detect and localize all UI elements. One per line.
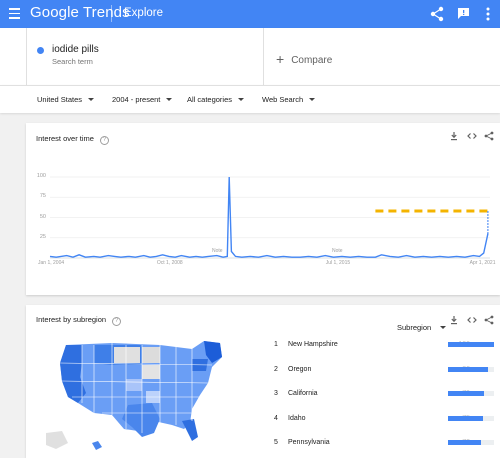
header-divider bbox=[111, 5, 112, 22]
subregion-name: California bbox=[288, 390, 318, 397]
help-icon[interactable]: ? bbox=[112, 317, 122, 326]
embed-icon[interactable] bbox=[467, 315, 477, 325]
value-bar bbox=[448, 342, 494, 347]
subregion-name: New Hampshire bbox=[288, 341, 338, 348]
subregion-title: Interest by subregion? bbox=[36, 315, 122, 326]
search-term-card[interactable]: iodide pills Search term bbox=[26, 28, 264, 85]
compare-label: Compare bbox=[291, 55, 333, 66]
rank-number: 3 bbox=[274, 390, 278, 397]
value-bar bbox=[448, 366, 488, 372]
plus-icon: + bbox=[276, 51, 285, 67]
share-icon[interactable] bbox=[484, 315, 494, 325]
subregion-selector[interactable]: Subregion bbox=[397, 323, 447, 332]
menu-icon[interactable] bbox=[9, 8, 20, 20]
rank-number: 4 bbox=[274, 414, 278, 422]
subregion-name: Pennsylvania bbox=[288, 439, 330, 446]
value-bar bbox=[448, 415, 483, 421]
category-filter-label: All categories bbox=[187, 95, 233, 104]
dropdown-caret-icon bbox=[440, 326, 447, 329]
value-bar bbox=[448, 440, 482, 445]
interest-over-time-card: Interest over time? 100 75 50 25 Jan 1, 200… bbox=[26, 123, 500, 295]
subregion-name: Oregon bbox=[288, 365, 312, 373]
category-filter[interactable]: All categories bbox=[187, 95, 245, 104]
page-breadcrumb: Explore bbox=[124, 7, 163, 19]
region-filter-label: United States bbox=[37, 95, 83, 104]
dropdown-caret-icon bbox=[88, 98, 95, 101]
share-icon[interactable] bbox=[430, 6, 444, 22]
dropdown-caret-icon bbox=[309, 98, 316, 101]
interest-by-subregion-card: Interest by subregion? Subregion 1 New H… bbox=[26, 305, 500, 458]
interest-over-time-chart[interactable] bbox=[26, 123, 500, 295]
app-bar: Google Trends Explore bbox=[0, 0, 500, 28]
value-bar bbox=[448, 391, 485, 396]
search-term[interactable]: iodide pills bbox=[52, 44, 99, 55]
property-filter[interactable]: Web Search bbox=[262, 95, 316, 104]
property-filter-label: Web Search bbox=[262, 95, 304, 104]
rank-number: 5 bbox=[274, 439, 278, 446]
filter-bar: United States 2004 - present All categor… bbox=[0, 85, 500, 113]
rank-number: 2 bbox=[274, 365, 278, 373]
subregion-title-text: Interest by subregion bbox=[36, 315, 107, 324]
dropdown-caret-icon bbox=[166, 98, 173, 101]
dropdown-caret-icon bbox=[238, 98, 245, 101]
period-filter[interactable]: 2004 - present bbox=[112, 95, 173, 104]
search-term-type: Search term bbox=[52, 57, 93, 66]
period-filter-label: 2004 - present bbox=[112, 95, 161, 104]
download-icon[interactable] bbox=[449, 315, 459, 325]
app-logo[interactable]: Google Trends bbox=[30, 4, 130, 21]
rank-number: 1 bbox=[274, 341, 278, 348]
feedback-icon[interactable] bbox=[457, 7, 470, 20]
subregion-selector-label: Subregion bbox=[397, 323, 432, 332]
us-choropleth-map[interactable] bbox=[42, 333, 232, 453]
compare-button[interactable]: + Compare bbox=[276, 50, 333, 67]
term-color-dot bbox=[37, 47, 44, 54]
more-vert-icon[interactable] bbox=[486, 6, 490, 22]
subregion-name: Idaho bbox=[288, 414, 306, 422]
search-term-bar: iodide pills Search term + Compare bbox=[0, 28, 500, 85]
interest-line[interactable] bbox=[49, 176, 489, 258]
region-filter[interactable]: United States bbox=[37, 95, 95, 104]
